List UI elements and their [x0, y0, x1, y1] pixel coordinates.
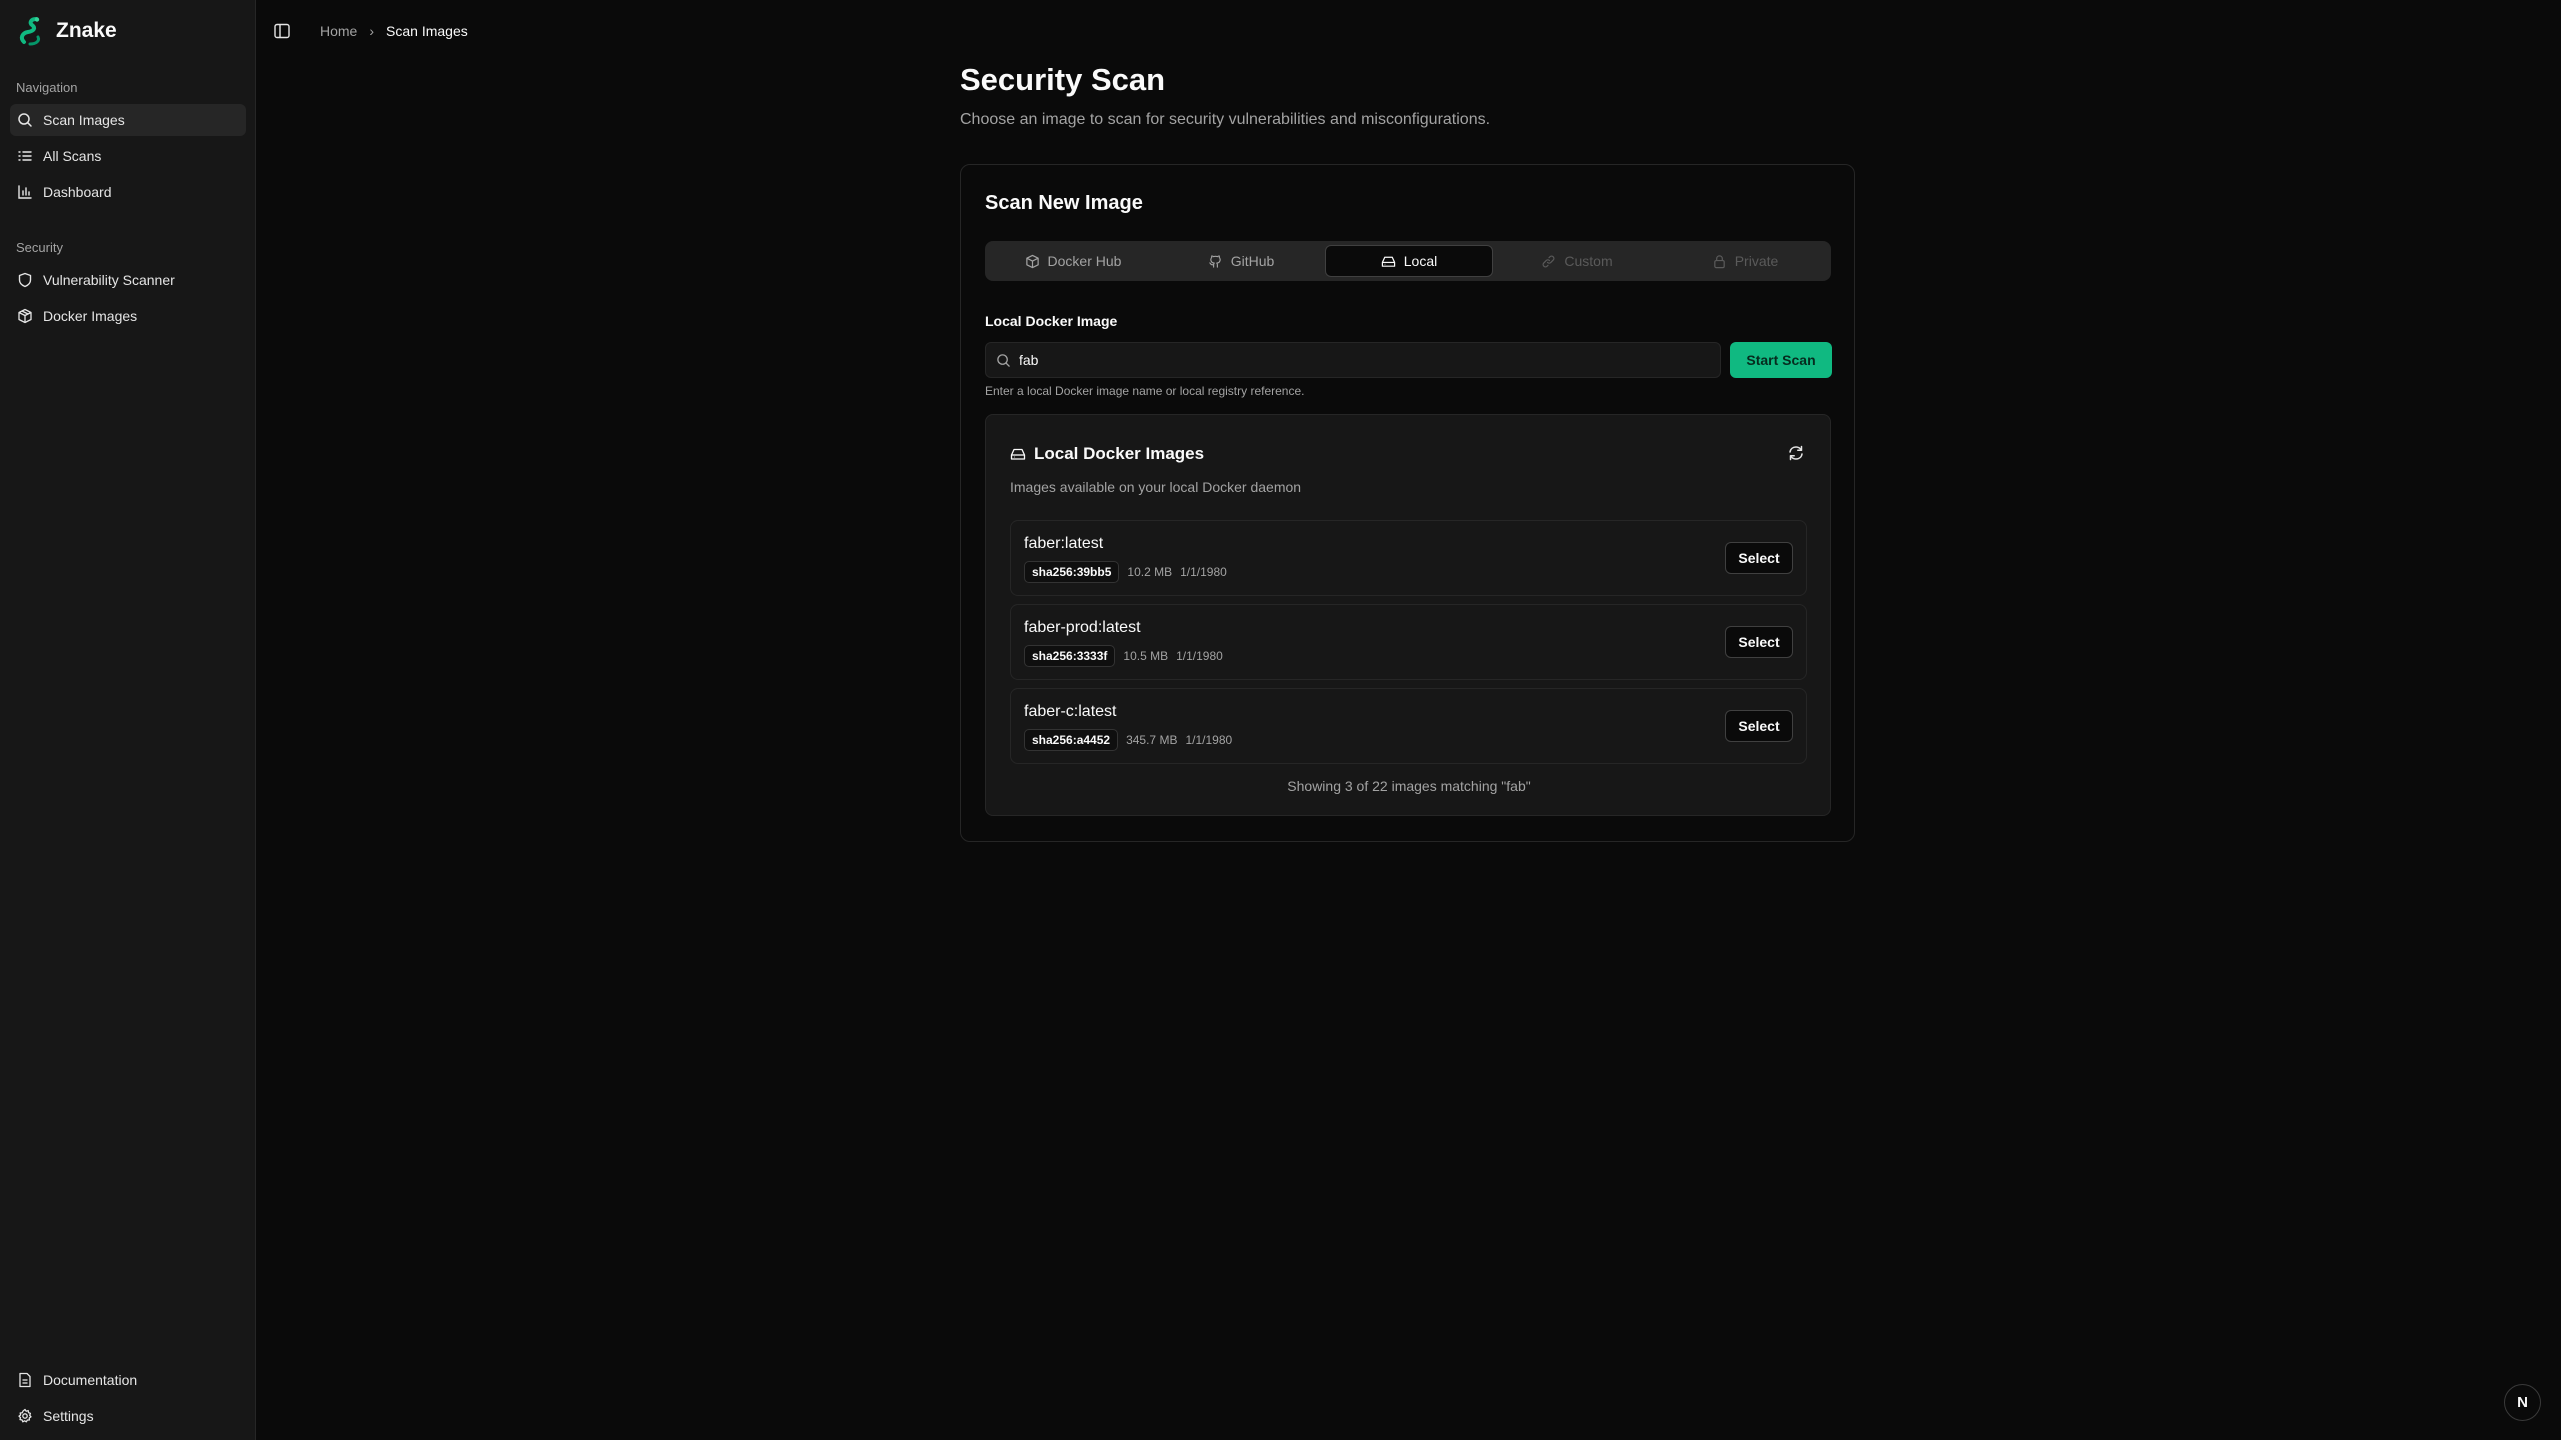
bar-chart-icon — [18, 185, 32, 199]
tab-docker-hub[interactable]: Docker Hub — [989, 245, 1157, 277]
image-date: 1/1/1980 — [1185, 733, 1233, 747]
breadcrumb: Home › Scan Images — [320, 23, 468, 39]
link-icon — [1542, 255, 1555, 267]
image-date: 1/1/1980 — [1176, 649, 1223, 663]
image-search-input[interactable] — [1019, 352, 1699, 368]
panel-title-text: Local Docker Images — [1034, 444, 1205, 463]
sidebar-item-label: Vulnerability Scanner — [43, 272, 175, 288]
image-row: faber:latest sha256:39bb5 10.2 MB 1/1/19… — [1010, 520, 1807, 596]
tab-label: GitHub — [1230, 253, 1275, 269]
tab-label: Custom — [1564, 253, 1613, 269]
sha-badge: sha256:3333f — [1024, 645, 1116, 667]
tab-local[interactable]: Local — [1325, 245, 1493, 277]
list-icon — [18, 151, 32, 161]
sha-badge: sha256:a4452 — [1024, 729, 1119, 751]
sha-badge: sha256:39bb5 — [1024, 561, 1120, 583]
breadcrumb-home[interactable]: Home — [320, 23, 357, 39]
sidebar-item-label: Settings — [43, 1408, 94, 1424]
page-subtitle: Choose an image to scan for security vul… — [960, 111, 1491, 128]
sidebar-item-vulnerability-scanner[interactable]: Vulnerability Scanner — [10, 264, 246, 296]
sidebar-item-all-scans[interactable]: All Scans — [10, 140, 246, 172]
source-tabs: Docker Hub GitHub Local Custom Private — [985, 241, 1831, 281]
sidebar-item-label: Docker Images — [43, 308, 138, 324]
nav-group-label: Navigation — [16, 80, 78, 95]
image-size: 345.7 MB — [1126, 733, 1178, 747]
app-name: Znake — [56, 19, 117, 42]
image-name: faber:latest — [1024, 535, 1104, 552]
scan-card: Scan New Image Docker Hub GitHub Local C… — [960, 164, 1855, 842]
image-size: 10.5 MB — [1123, 649, 1169, 663]
image-meta: sha256:a4452 345.7 MB 1/1/1980 — [1024, 729, 1232, 751]
shield-icon — [18, 272, 32, 288]
sidebar-item-documentation[interactable]: Documentation — [10, 1364, 246, 1396]
snake-logo-icon — [19, 17, 40, 46]
image-row: faber-c:latest sha256:a4452 345.7 MB 1/1… — [1010, 688, 1807, 764]
hard-drive-icon — [1010, 448, 1026, 460]
select-button[interactable]: Select — [1725, 542, 1793, 574]
document-icon — [19, 1372, 31, 1388]
tab-label: Private — [1734, 253, 1779, 269]
select-button[interactable]: Select — [1725, 626, 1793, 658]
tab-custom[interactable]: Custom — [1493, 245, 1661, 277]
select-button[interactable]: Select — [1725, 710, 1793, 742]
package-icon — [1025, 254, 1039, 268]
panel-title: Local Docker Images — [1010, 444, 1204, 464]
sidebar-item-label: All Scans — [43, 148, 102, 164]
card-title: Scan New Image — [985, 192, 1143, 214]
search-icon — [997, 353, 1010, 367]
gear-icon — [18, 1408, 32, 1423]
page-title: Security Scan — [960, 62, 1166, 97]
hard-drive-icon — [1381, 256, 1395, 267]
search-icon — [18, 113, 32, 127]
sidebar-item-settings[interactable]: Settings — [10, 1400, 246, 1432]
panel-subtitle: Images available on your local Docker da… — [1010, 479, 1302, 495]
package-icon — [18, 308, 32, 324]
image-meta: sha256:39bb5 10.2 MB 1/1/1980 — [1024, 561, 1227, 583]
image-name: faber-prod:latest — [1024, 619, 1141, 636]
local-images-panel: Local Docker Images Images available on … — [985, 414, 1831, 816]
tab-github[interactable]: GitHub — [1157, 245, 1325, 277]
tab-private[interactable]: Private — [1661, 245, 1829, 277]
image-row: faber-prod:latest sha256:3333f 10.5 MB 1… — [1010, 604, 1807, 680]
input-hint: Enter a local Docker image name or local… — [985, 384, 1305, 398]
breadcrumb-current: Scan Images — [386, 23, 468, 39]
sidebar-item-scan-images[interactable]: Scan Images — [10, 104, 246, 136]
image-date: 1/1/1980 — [1180, 565, 1227, 579]
sidebar-item-label: Scan Images — [43, 112, 125, 128]
tab-label: Local — [1403, 253, 1438, 269]
tab-label: Docker Hub — [1047, 253, 1122, 269]
field-label: Local Docker Image — [985, 313, 1118, 329]
sidebar: Znake Navigation Scan Images All Scans D… — [0, 0, 256, 1440]
results-count: Showing 3 of 22 images matching "fab" — [1287, 778, 1531, 794]
security-group-label: Security — [16, 240, 63, 255]
lock-icon — [1713, 254, 1725, 268]
image-name: faber-c:latest — [1024, 703, 1117, 720]
sidebar-item-dashboard[interactable]: Dashboard — [10, 176, 246, 208]
sidebar-item-docker-images[interactable]: Docker Images — [10, 300, 246, 332]
chevron-right-icon: › — [369, 23, 375, 39]
sidebar-item-label: Documentation — [43, 1372, 138, 1388]
brand[interactable]: Znake — [18, 16, 117, 46]
sidebar-item-label: Dashboard — [43, 184, 112, 200]
image-size: 10.2 MB — [1127, 565, 1173, 579]
github-icon — [1209, 254, 1221, 268]
refresh-icon[interactable] — [1786, 443, 1806, 463]
image-search-field[interactable] — [985, 342, 1721, 378]
sidebar-toggle-icon[interactable] — [273, 22, 291, 40]
nextjs-badge[interactable]: N — [2504, 1384, 2541, 1421]
image-meta: sha256:3333f 10.5 MB 1/1/1980 — [1024, 645, 1223, 667]
start-scan-button[interactable]: Start Scan — [1730, 342, 1832, 378]
